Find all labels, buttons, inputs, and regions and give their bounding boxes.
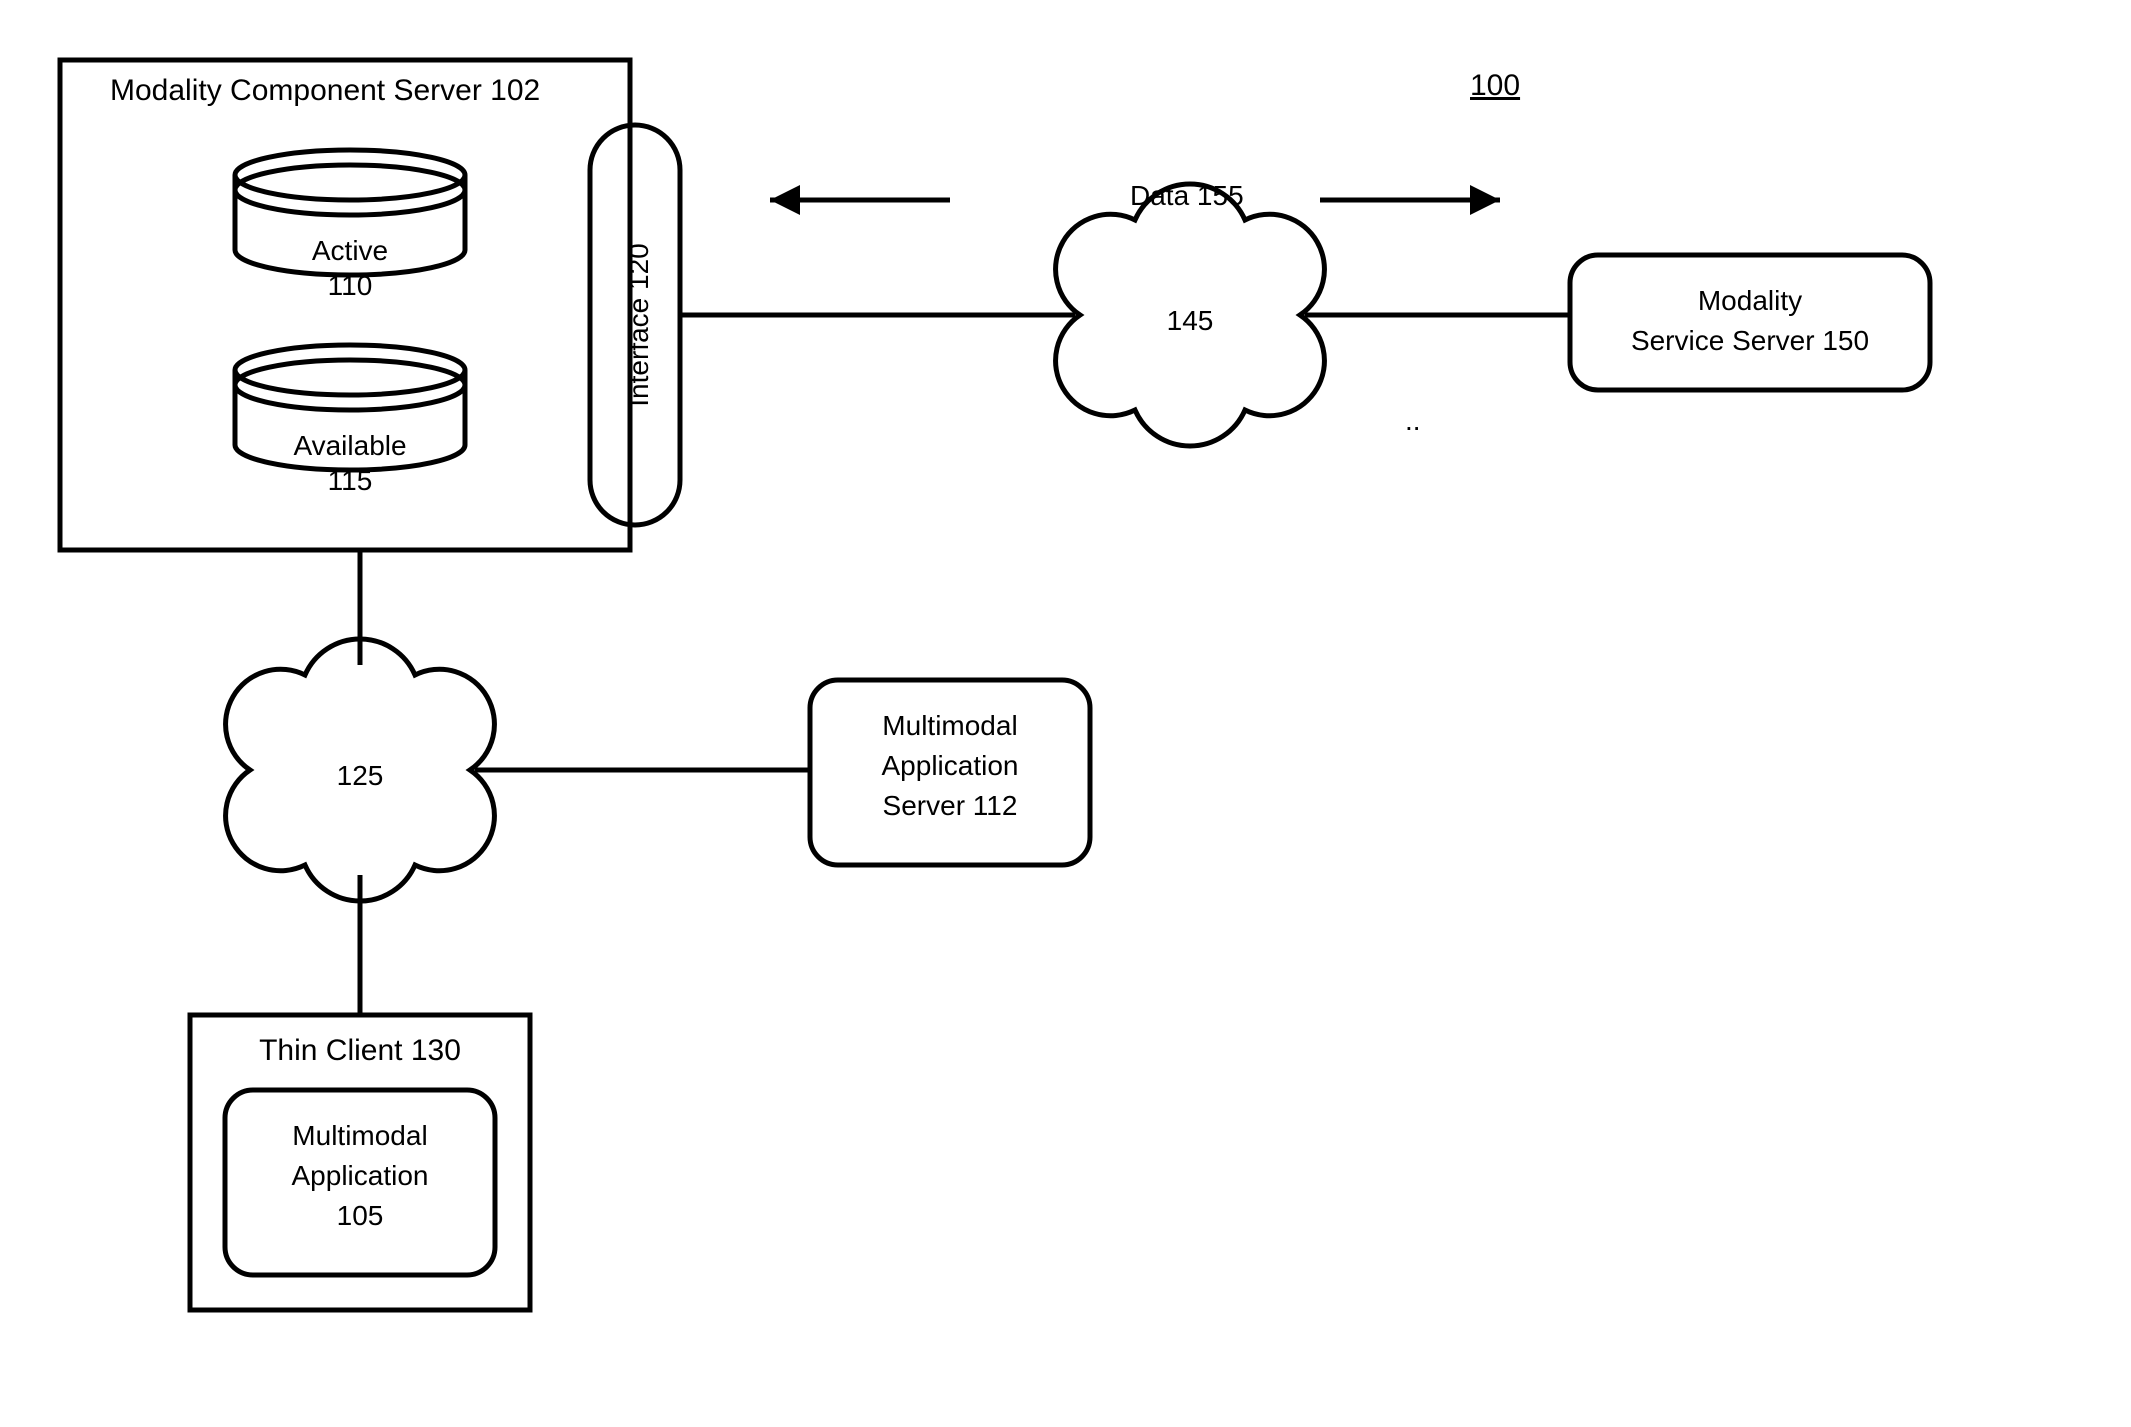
app-line1: Multimodal <box>292 1120 427 1151</box>
arrow-left-head <box>770 185 800 215</box>
cloud-145-label: 145 <box>1167 305 1214 336</box>
db-active-label: Active <box>312 235 388 266</box>
app-line2: Application <box>292 1160 429 1191</box>
modality-service-server-box <box>1570 255 1930 390</box>
interface-label: Interface 120 <box>623 243 654 406</box>
arrow-right-head <box>1470 185 1500 215</box>
db-available-num: 115 <box>328 465 373 496</box>
modality-component-server-title: Modality Component Server 102 <box>110 74 540 107</box>
architecture-diagram: 100 Modality Component Server 102 Active… <box>0 0 2131 1427</box>
app-num: 105 <box>337 1200 384 1231</box>
artifact-dots: .. <box>1405 405 1421 436</box>
db-active: Active 110 <box>235 150 465 301</box>
mas-line1: Multimodal <box>882 710 1017 741</box>
modality-service-line2: Service Server 150 <box>1631 325 1869 356</box>
cloud-125-label: 125 <box>337 760 384 791</box>
modality-service-line1: Modality <box>1698 285 1802 316</box>
cloud-125: 125 <box>226 639 495 901</box>
figure-number: 100 <box>1470 69 1520 102</box>
db-active-num: 110 <box>328 270 373 301</box>
mas-line3: Server 112 <box>883 790 1018 821</box>
db-available: Available 115 <box>235 345 465 496</box>
mas-line2: Application <box>882 750 1019 781</box>
thin-client-title: Thin Client 130 <box>259 1034 461 1067</box>
cloud-145: 145 <box>1056 184 1325 446</box>
db-available-label: Available <box>293 430 406 461</box>
